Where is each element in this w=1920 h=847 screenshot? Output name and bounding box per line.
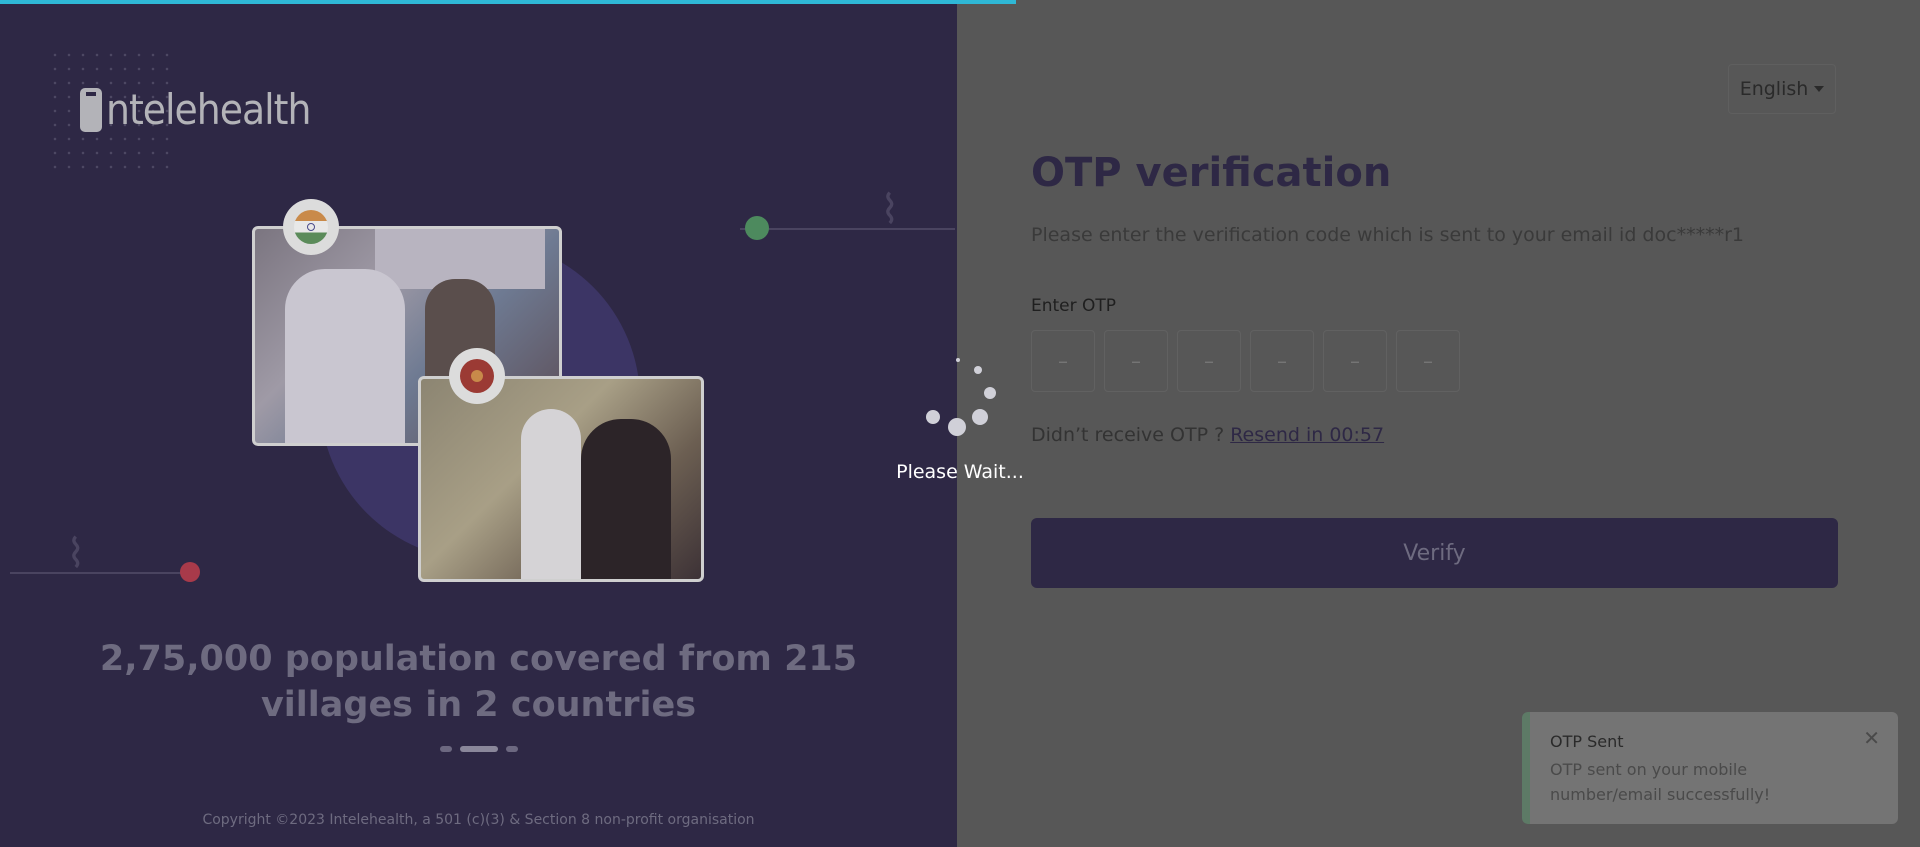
india-flag-icon [283,199,339,255]
spinner-dot [956,358,960,362]
heartbeat-line-top [740,228,955,230]
otp-input-group [1031,330,1460,392]
otp-label: Enter OTP [1031,296,1117,316]
carousel-dot-active[interactable] [460,746,498,752]
intelehealth-logo: ntelehealth [80,85,311,134]
please-wait-text: Please Wait... [896,461,1024,483]
spinner-dot [974,366,982,374]
resend-otp-link[interactable]: Resend in 00:57 [1230,424,1384,446]
spinner-dot [984,387,996,399]
otp-digit-5[interactable] [1323,330,1387,392]
toast-title: OTP Sent [1550,732,1624,751]
otp-digit-6[interactable] [1396,330,1460,392]
heartbeat-line-bottom [10,572,190,574]
impact-headline: 2,75,000 population covered from 215 vil… [99,639,858,725]
otp-instructions: Please enter the verification code which… [1031,224,1744,246]
logo-text: ntelehealth [106,85,311,134]
spinner-dot [972,409,988,425]
otp-digit-2[interactable] [1104,330,1168,392]
verify-button[interactable]: Verify [1031,518,1838,588]
carousel-indicators [440,746,518,752]
otp-sent-toast: OTP Sent OTP sent on your mobile number/… [1522,712,1898,824]
language-label: English [1739,78,1809,100]
red-dot [180,562,200,582]
toast-message: OTP sent on your mobile number/email suc… [1550,760,1771,804]
heartbeat-spike-icon: ⌇ [66,531,86,577]
logo-i-mark [80,88,102,132]
language-selector[interactable]: English [1728,64,1836,114]
resend-row: Didn’t receive OTP ? Resend in 00:57 [1031,424,1384,446]
chevron-down-icon [1814,86,1825,92]
close-icon[interactable]: ✕ [1863,726,1880,750]
nepal-flag-icon [449,348,505,404]
green-dot [745,216,769,240]
left-panel: ntelehealth ⌇ ⌇ 2,75,000 population cove… [0,0,957,847]
page-progress-bar [0,0,1016,4]
carousel-dot[interactable] [506,746,518,752]
otp-digit-3[interactable] [1177,330,1241,392]
resend-prompt: Didn’t receive OTP ? [1031,424,1225,446]
carousel-dot[interactable] [440,746,452,752]
otp-digit-1[interactable] [1031,330,1095,392]
spinner-dot [948,418,966,436]
clinic-photo-nepal [418,376,704,582]
loading-spinner: Please Wait... [880,352,1040,492]
copyright-text: Copyright ©2023 Intelehealth, a 501 (c)(… [202,812,755,828]
page-title: OTP verification [1031,150,1392,196]
otp-digit-4[interactable] [1250,330,1314,392]
spinner-dot [926,410,940,424]
heartbeat-spike-icon: ⌇ [880,187,900,233]
